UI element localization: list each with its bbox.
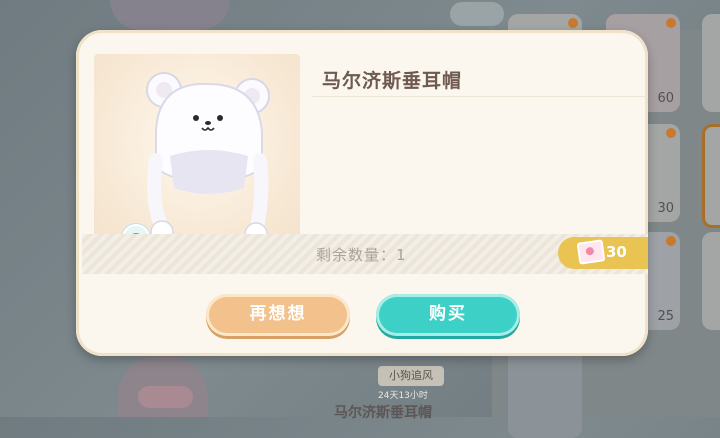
remaining-quantity: 剩余数量：1: [316, 246, 407, 264]
bear-ear-hat-image: [146, 72, 270, 246]
price-value: 30: [606, 243, 627, 261]
shop-card-selected: [702, 124, 720, 228]
cancel-button[interactable]: 再想想: [206, 294, 350, 336]
purchase-dialog: 马尔济斯垂耳帽 剩余数量：1 30 再想想 购买: [76, 30, 648, 356]
ticket-icon: [576, 239, 606, 265]
shop-card: [702, 232, 720, 330]
badge-icon: [666, 236, 676, 246]
badge-icon: [666, 18, 676, 28]
badge-icon: [568, 18, 578, 28]
badge-icon: [666, 128, 676, 138]
buy-button[interactable]: 购买: [376, 294, 520, 336]
timer-text: 24天13小时: [378, 391, 428, 401]
cloud-icon: [450, 2, 504, 26]
item-preview: [94, 54, 300, 252]
shop-card: [702, 14, 720, 112]
owner-tag: 小狗追风: [378, 366, 444, 386]
title-divider: [312, 96, 648, 97]
card-price: 25: [657, 309, 674, 324]
background-item-name: 马尔济斯垂耳帽: [334, 405, 432, 421]
card-price: 60: [657, 91, 674, 106]
background-character: [110, 0, 230, 30]
item-title: 马尔济斯垂耳帽: [322, 70, 463, 92]
background-figure: [118, 356, 208, 417]
card-price: 30: [657, 201, 674, 216]
price-tag: 30: [558, 237, 648, 269]
